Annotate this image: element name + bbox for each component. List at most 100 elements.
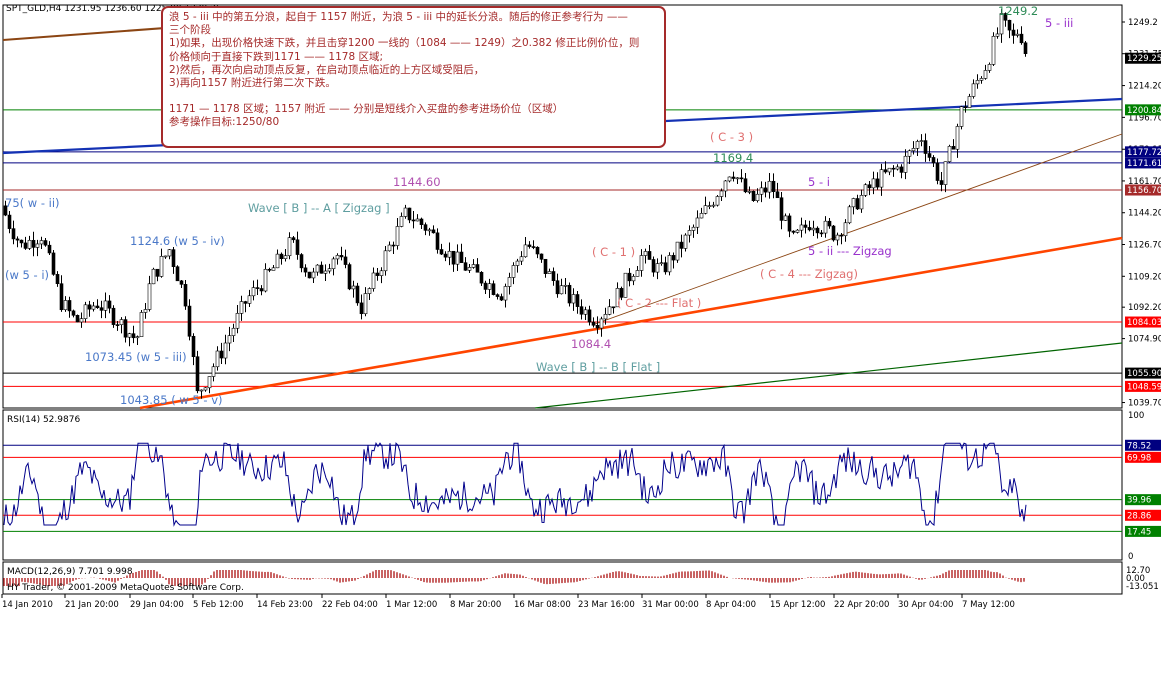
candle-body [87, 304, 92, 310]
candle-body [323, 270, 328, 274]
candle-body [1019, 33, 1024, 44]
candle-body [79, 318, 84, 323]
candle-body [755, 193, 760, 201]
time-tick-label: 23 Mar 16:00 [578, 600, 635, 610]
time-tick-label: 14 Jan 2010 [2, 600, 53, 610]
candle-body [103, 300, 108, 311]
rsi-frame [2, 409, 1123, 561]
candle-body [439, 249, 444, 255]
candle-body [475, 264, 480, 273]
wave-label: ( C - 1 ) [592, 245, 635, 259]
candle-body [311, 271, 316, 279]
candle-body [407, 207, 412, 221]
candle-body [335, 255, 340, 260]
candle-body [979, 78, 984, 81]
candle-body [495, 294, 500, 297]
candle-body [875, 178, 880, 188]
candle-body [511, 265, 516, 278]
annotation-line [169, 90, 658, 103]
candle-body [435, 232, 440, 250]
candle-body [923, 140, 928, 154]
candle-body [571, 294, 576, 304]
wave-label: ( C - 4 --- Zigzag) [760, 267, 858, 281]
price-tag-label: 1055.90 [1127, 369, 1161, 379]
candle-body [411, 219, 416, 222]
candle-body [275, 253, 280, 269]
candle-body [95, 305, 100, 308]
candle-body [379, 270, 384, 276]
time-tick-label: 31 Mar 00:00 [642, 600, 699, 610]
candle-body [543, 258, 548, 274]
candle-body [639, 255, 644, 271]
candle-body [419, 218, 424, 225]
rsi-level-label: 28.86 [1127, 511, 1151, 521]
candle-body [371, 272, 376, 289]
time-tick-label: 22 Apr 20:00 [834, 600, 889, 610]
time-axis: 14 Jan 2010 21 Jan 20:00 29 Jan 04:00 5 Feb… [1, 594, 1015, 610]
candle-body [119, 319, 124, 326]
candle-body [903, 155, 908, 173]
price-tick-label: 1109.20 [1128, 272, 1161, 282]
candle-body [531, 246, 536, 248]
candle-body [51, 252, 56, 275]
candle-body [731, 176, 736, 179]
candle-body [671, 255, 676, 261]
candle-body [291, 237, 296, 241]
candle-body [891, 167, 896, 170]
rsi-level-label: 78.52 [1127, 441, 1151, 451]
candle-body [171, 249, 176, 268]
candle-body [331, 258, 336, 270]
candle-body [707, 205, 712, 207]
candle-body [387, 244, 392, 252]
candle-body [355, 285, 360, 304]
candle-body [463, 262, 468, 271]
time-tick-label: 8 Apr 04:00 [706, 600, 756, 610]
macd-tick-label: -13.051 [1126, 582, 1159, 592]
candle-body [299, 254, 304, 269]
candle-body [871, 178, 876, 189]
candle-body [711, 204, 716, 207]
candle-body [915, 141, 920, 149]
candle-body [627, 272, 632, 282]
rsi-tick-label: 100 [1128, 411, 1144, 421]
time-tick-label: 22 Feb 04:00 [322, 600, 378, 610]
candle-body [607, 306, 612, 315]
price-tag-label: 1048.59 [1127, 382, 1161, 392]
time-tick-label: 14 Feb 23:00 [257, 600, 313, 610]
candle-body [987, 64, 992, 71]
candle-body [515, 260, 520, 266]
candle-body [695, 217, 700, 228]
candle-body [211, 366, 216, 377]
candle-body [1023, 42, 1028, 54]
candle-body [287, 237, 292, 257]
candle-body [919, 140, 924, 142]
candle-body [499, 296, 504, 301]
candle-body [159, 256, 164, 277]
candle-body [27, 240, 32, 249]
candle-body [15, 238, 20, 241]
wave-label: 75( w - ii) [5, 196, 60, 210]
candle-body [743, 178, 748, 193]
candle-body [75, 314, 80, 323]
wave-label: ( C - 2 --- Flat ) [617, 296, 701, 310]
time-tick-label: 29 Jan 04:00 [130, 600, 184, 610]
candle-body [879, 169, 884, 188]
candle-body [383, 250, 388, 272]
candle-body [799, 224, 804, 231]
candle-body [751, 190, 756, 201]
candle-body [983, 70, 988, 79]
candle-body [739, 177, 744, 180]
wave-label: 1144.60 [393, 175, 441, 189]
candle-body [459, 251, 464, 263]
candle-body [795, 229, 800, 233]
candle-body [691, 226, 696, 231]
candle-body [363, 293, 368, 315]
wave-label: Wave [ B ] -- B [ Flat ] [536, 360, 660, 374]
wave-label: Wave [ B ] -- A [ Zigzag ] [248, 201, 390, 215]
footer-watermark: HY Trader, © 2001-2009 MetaQuotes Softwa… [7, 583, 244, 593]
price-axis-ticks: 1249.21231.751214.201196.701179.151161.7… [1122, 18, 1161, 409]
candle-body [667, 255, 672, 273]
time-tick-label: 30 Apr 04:00 [898, 600, 953, 610]
candle-body [951, 146, 956, 150]
candle-body [831, 225, 836, 241]
